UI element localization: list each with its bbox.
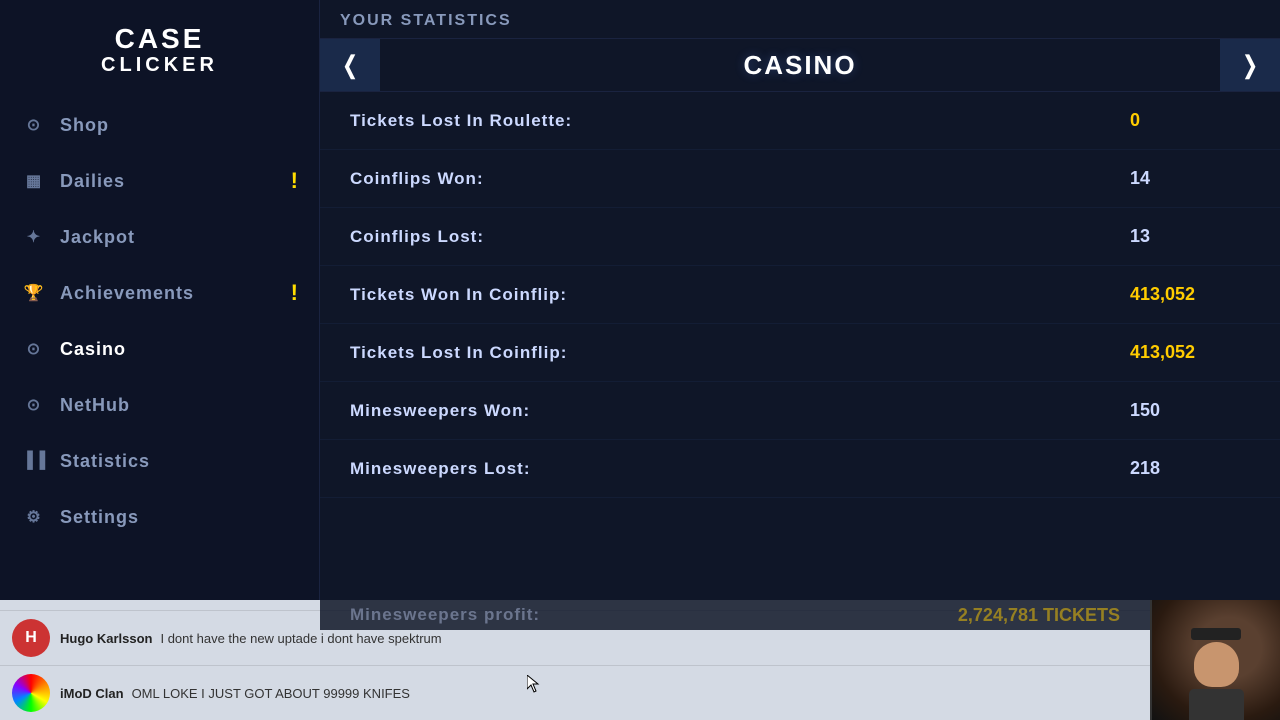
stat-value-0: 0 xyxy=(1130,110,1250,131)
partial-stat-label: Minesweepers profit: xyxy=(350,605,540,625)
settings-icon: ⚙ xyxy=(20,503,48,531)
sidebar-item-achievements[interactable]: 🏆 Achievements ! xyxy=(0,265,319,321)
sidebar-item-casino[interactable]: ⊙ Casino xyxy=(0,321,319,377)
person-hat xyxy=(1191,628,1241,640)
sidebar-item-shop[interactable]: ⊙ Shop xyxy=(0,97,319,153)
username-hugo: Hugo Karlsson xyxy=(60,631,152,646)
prev-tab-button[interactable]: ❬ xyxy=(320,39,380,91)
partial-stat-row: Minesweepers profit: 2,724,781 TICKETS xyxy=(320,600,1150,630)
tab-bar: ❬ Casino ❭ xyxy=(320,39,1280,92)
next-tab-button[interactable]: ❭ xyxy=(1220,39,1280,91)
stat-label-0: Tickets lost in roulette: xyxy=(350,111,1130,131)
partial-stat-value: 2,724,781 TICKETS xyxy=(958,605,1120,626)
tab-title: Casino xyxy=(380,50,1220,81)
stat-row-3: Tickets won in coinflip:413,052 xyxy=(320,266,1280,324)
sidebar-item-label: Statistics xyxy=(60,451,150,472)
stat-value-2: 13 xyxy=(1130,226,1250,247)
sidebar-item-jackpot[interactable]: ✦ Jackpot xyxy=(0,209,319,265)
sidebar: CASE CLICKER ⊙ Shop ▦ Dailies ! ✦ Jackpo… xyxy=(0,0,320,600)
person-body xyxy=(1189,689,1244,720)
chat-overlay: H Hugo Karlsson I dont have the new upta… xyxy=(0,600,1280,720)
stat-value-1: 14 xyxy=(1130,168,1250,189)
achievements-icon: 🏆 xyxy=(20,279,48,307)
stat-row-4: Tickets lost in coinflip:413,052 xyxy=(320,324,1280,382)
shop-icon: ⊙ xyxy=(20,111,48,139)
sidebar-item-settings[interactable]: ⚙ Settings xyxy=(0,489,319,545)
sidebar-item-label: Shop xyxy=(60,115,109,136)
person-head xyxy=(1194,642,1239,687)
sidebar-item-label: Dailies xyxy=(60,171,125,192)
logo-line1: CASE xyxy=(20,25,299,53)
stat-value-6: 218 xyxy=(1130,458,1250,479)
chat-text-imod: OML LOKE I JUST GOT ABOUT 99999 KNIFES xyxy=(132,686,410,701)
avatar-hugo: H xyxy=(12,619,50,657)
stat-row-1: Coinflips won:14 xyxy=(320,150,1280,208)
stat-value-3: 413,052 xyxy=(1130,284,1250,305)
username-imod: iMoD Clan xyxy=(60,686,124,701)
nethub-icon: ⊙ xyxy=(20,391,48,419)
stat-label-2: Coinflips lost: xyxy=(350,227,1130,247)
jackpot-icon: ✦ xyxy=(20,223,48,251)
stat-label-3: Tickets won in coinflip: xyxy=(350,285,1130,305)
webcam-person xyxy=(1181,630,1251,720)
chat-message-2: iMoD Clan OML LOKE I JUST GOT ABOUT 9999… xyxy=(0,665,1280,720)
sidebar-item-dailies[interactable]: ▦ Dailies ! xyxy=(0,153,319,209)
stat-label-6: Minesweepers lost: xyxy=(350,459,1130,479)
sidebar-item-nethub[interactable]: ⊙ NetHub xyxy=(0,377,319,433)
stat-value-5: 150 xyxy=(1130,400,1250,421)
avatar-imod xyxy=(12,674,50,712)
dailies-badge: ! xyxy=(291,168,299,194)
page-title: Your Statistics xyxy=(320,0,1280,39)
stat-label-4: Tickets lost in coinflip: xyxy=(350,343,1130,363)
achievements-badge: ! xyxy=(291,280,299,306)
sidebar-item-label: Jackpot xyxy=(60,227,135,248)
stat-row-5: Minesweepers won:150 xyxy=(320,382,1280,440)
stat-label-5: Minesweepers won: xyxy=(350,401,1130,421)
sidebar-item-label: Casino xyxy=(60,339,126,360)
stat-value-4: 413,052 xyxy=(1130,342,1250,363)
logo: CASE CLICKER xyxy=(0,10,319,97)
sidebar-item-label: Settings xyxy=(60,507,139,528)
sidebar-item-statistics[interactable]: ▐▐ Statistics xyxy=(0,433,319,489)
sidebar-item-label: NetHub xyxy=(60,395,130,416)
stats-list: Tickets lost in roulette:0Coinflips won:… xyxy=(320,92,1280,600)
webcam-thumbnail xyxy=(1150,600,1280,720)
sidebar-item-label: Achievements xyxy=(60,283,194,304)
stat-row-2: Coinflips lost:13 xyxy=(320,208,1280,266)
statistics-icon: ▐▐ xyxy=(20,447,48,475)
stat-label-1: Coinflips won: xyxy=(350,169,1130,189)
chat-text-hugo: I dont have the new uptade i dont have s… xyxy=(160,631,441,646)
dailies-icon: ▦ xyxy=(20,167,48,195)
main-content: Your Statistics ❬ Casino ❭ Tickets lost … xyxy=(320,0,1280,600)
stat-row-6: Minesweepers lost:218 xyxy=(320,440,1280,498)
webcam-feed xyxy=(1152,600,1280,720)
logo-line2: CLICKER xyxy=(20,53,299,77)
casino-icon: ⊙ xyxy=(20,335,48,363)
stat-row-0: Tickets lost in roulette:0 xyxy=(320,92,1280,150)
